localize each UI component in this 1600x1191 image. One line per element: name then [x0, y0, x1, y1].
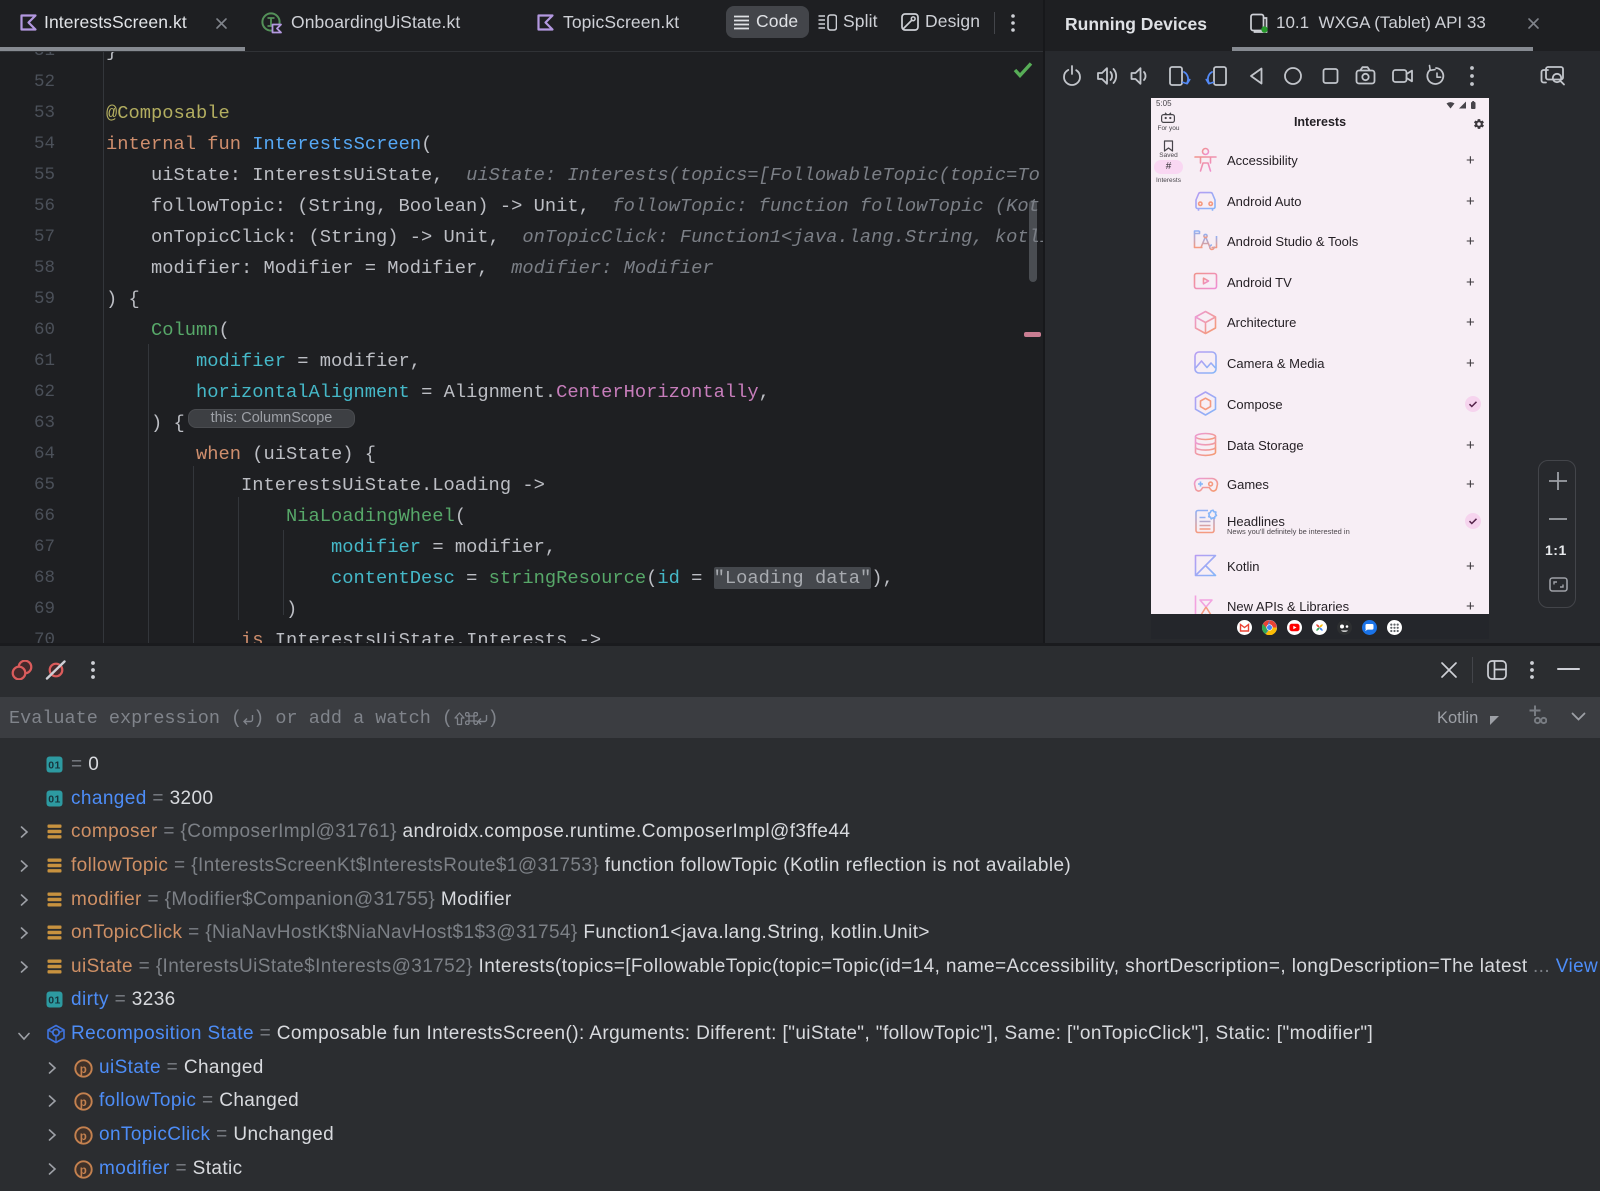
svg-text:p: p — [80, 1165, 87, 1177]
svg-text:01: 01 — [48, 759, 60, 771]
svg-text:p: p — [80, 1131, 87, 1143]
svg-text:01: 01 — [48, 995, 60, 1007]
svg-text:p: p — [80, 1064, 87, 1076]
svg-text:p: p — [80, 1097, 87, 1109]
svg-text:01: 01 — [48, 793, 60, 805]
